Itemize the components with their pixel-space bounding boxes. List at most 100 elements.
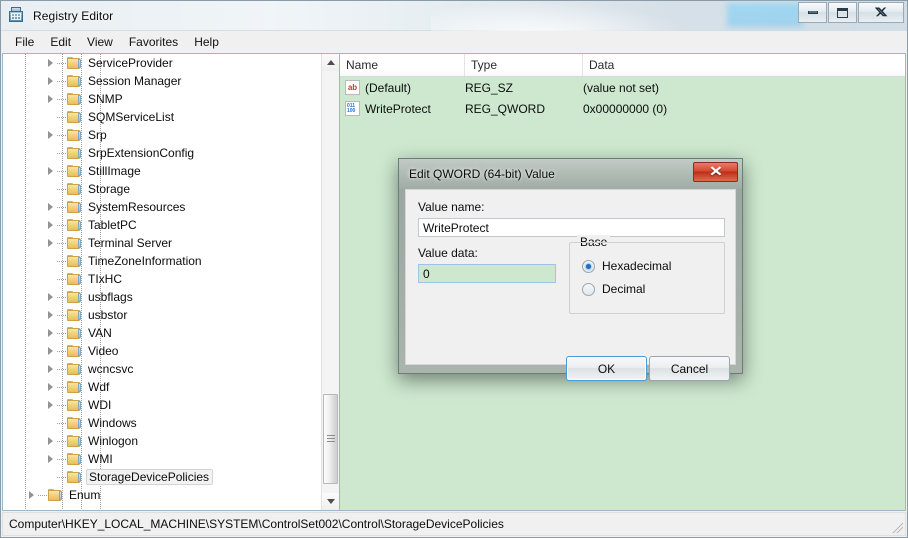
expand-arrow-icon[interactable]: [41, 396, 57, 414]
tree-item-wdi[interactable]: WDI: [3, 396, 321, 414]
expand-arrow-icon[interactable]: [41, 306, 57, 324]
tree-item-srpextensionconfig[interactable]: SrpExtensionConfig: [3, 144, 321, 162]
tree-vertical-scrollbar[interactable]: [321, 54, 339, 510]
minimize-button[interactable]: [798, 2, 827, 23]
tree-item-tabletpc[interactable]: TabletPC: [3, 216, 321, 234]
column-header-data[interactable]: Data: [583, 54, 905, 76]
folder-icon: [66, 434, 82, 448]
ok-button[interactable]: OK: [566, 356, 647, 381]
tree-scroll-down-button[interactable]: [322, 493, 339, 510]
tree-item-van[interactable]: VAN: [3, 324, 321, 342]
column-header-name[interactable]: Name: [340, 54, 465, 76]
expand-arrow-icon[interactable]: [41, 162, 57, 180]
tree-item-wmi[interactable]: WMI: [3, 450, 321, 468]
tree-item-usbstor[interactable]: usbstor: [3, 306, 321, 324]
tree-item-serviceprovider[interactable]: ServiceProvider: [3, 54, 321, 72]
expand-arrow-icon[interactable]: [41, 90, 57, 108]
tree-item-session-manager[interactable]: Session Manager: [3, 72, 321, 90]
tree-scrollbar-thumb[interactable]: [323, 394, 338, 484]
tree-item-srp[interactable]: Srp: [3, 126, 321, 144]
tree-item-wcncsvc[interactable]: wcncsvc: [3, 360, 321, 378]
tree-item-storagedevicepolicies[interactable]: StorageDevicePolicies: [3, 468, 321, 486]
tree-connector-line: [57, 296, 66, 298]
tree-item-storage[interactable]: Storage: [3, 180, 321, 198]
tree-item-stillimage[interactable]: StillImage: [3, 162, 321, 180]
tree-item-label: StillImage: [88, 164, 141, 178]
column-header-type[interactable]: Type: [465, 54, 583, 76]
value-data-label: Value data:: [418, 246, 478, 260]
tree-item-label: usbstor: [88, 308, 128, 322]
tree-connector-line: [57, 458, 66, 460]
registry-editor-icon: [8, 7, 25, 24]
maximize-button[interactable]: [828, 2, 857, 23]
radio-hexadecimal-label: Hexadecimal: [602, 259, 672, 273]
tree-item-enum[interactable]: Enum: [3, 486, 321, 504]
expand-arrow-icon[interactable]: [41, 360, 57, 378]
tree-item-wdf[interactable]: Wdf: [3, 378, 321, 396]
tree-item-timezoneinformation[interactable]: TimeZoneInformation: [3, 252, 321, 270]
close-button[interactable]: 𝕩: [858, 2, 904, 23]
folder-icon: [66, 452, 82, 466]
expand-arrow-icon[interactable]: [41, 432, 57, 450]
tree-connector-line: [57, 476, 66, 478]
tree-item-usbflags[interactable]: usbflags: [3, 288, 321, 306]
tree-item-label: Terminal Server: [88, 236, 173, 250]
tree-item-tixhc[interactable]: TIxHC: [3, 270, 321, 288]
list-header: Name Type Data: [340, 54, 905, 77]
expand-arrow-icon[interactable]: [22, 486, 38, 504]
close-icon: ✕: [708, 164, 723, 180]
cancel-button[interactable]: Cancel: [649, 356, 730, 381]
expand-arrow-icon[interactable]: [41, 216, 57, 234]
tree-connector-line: [57, 116, 66, 118]
value-row[interactable]: 011 100 WriteProtect REG_QWORD 0x00000000 (0…: [340, 98, 905, 119]
expand-arrow-icon[interactable]: [41, 72, 57, 90]
expand-arrow-icon[interactable]: [41, 288, 57, 306]
tree-item-label: SrpExtensionConfig: [88, 146, 195, 160]
radio-hexadecimal[interactable]: Hexadecimal: [582, 259, 671, 273]
tree-item-video[interactable]: Video: [3, 342, 321, 360]
tree-item-label: Enum: [69, 488, 101, 502]
tree-connector-line: [57, 152, 66, 154]
radio-decimal[interactable]: Decimal: [582, 282, 645, 296]
expand-arrow-icon[interactable]: [41, 234, 57, 252]
tree-item-terminal-server[interactable]: Terminal Server: [3, 234, 321, 252]
folder-icon: [66, 254, 82, 268]
menu-file[interactable]: File: [7, 33, 42, 51]
value-name-input[interactable]: [418, 218, 725, 237]
value-row[interactable]: ab (Default) REG_SZ (value not set): [340, 77, 905, 98]
menu-favorites[interactable]: Favorites: [121, 33, 186, 51]
tree-item-winlogon[interactable]: Winlogon: [3, 432, 321, 450]
resize-grip-icon[interactable]: [891, 521, 903, 533]
expand-arrow-icon[interactable]: [41, 450, 57, 468]
value-data-input[interactable]: [418, 264, 556, 283]
expand-arrow-icon[interactable]: [41, 198, 57, 216]
tree-connector-line: [57, 134, 66, 136]
expand-arrow-icon[interactable]: [41, 54, 57, 72]
expand-arrow-icon[interactable]: [41, 126, 57, 144]
menu-edit[interactable]: Edit: [42, 33, 79, 51]
tree-item-sqmservicelist[interactable]: SQMServiceList: [3, 108, 321, 126]
expand-arrow-icon[interactable]: [41, 378, 57, 396]
dialog-close-button[interactable]: ✕: [693, 162, 738, 182]
expand-arrow-icon[interactable]: [41, 342, 57, 360]
value-name-cell: 011 100 WriteProtect: [340, 101, 465, 116]
tree-scroll-up-button[interactable]: [322, 54, 339, 71]
registry-tree-pane[interactable]: ServiceProvider Session Manager SNMP SQMSer…: [2, 53, 339, 511]
value-name-cell: ab (Default): [340, 80, 465, 95]
menu-view[interactable]: View: [79, 33, 121, 51]
tree-item-windows[interactable]: Windows: [3, 414, 321, 432]
menu-help[interactable]: Help: [186, 33, 227, 51]
tree-item-systemresources[interactable]: SystemResources: [3, 198, 321, 216]
expand-arrow-icon[interactable]: [41, 324, 57, 342]
tree-item-snmp[interactable]: SNMP: [3, 90, 321, 108]
